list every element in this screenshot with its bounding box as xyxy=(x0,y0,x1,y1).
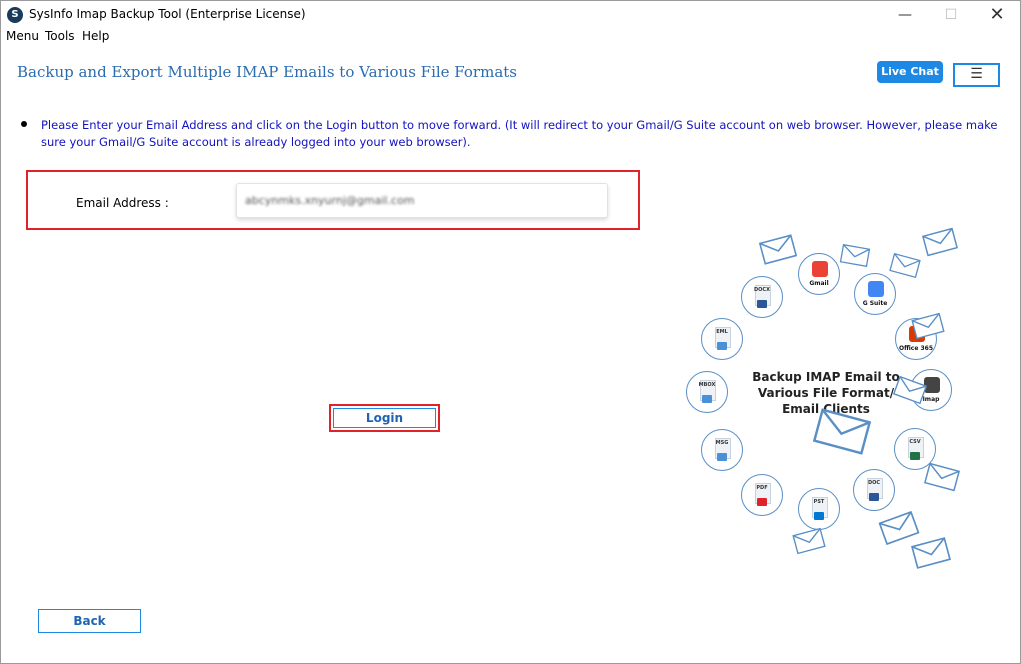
caption-line-1: Backup IMAP Email to xyxy=(752,370,900,384)
menu-tools[interactable]: Tools xyxy=(45,29,75,43)
format-pst-bubble: PST xyxy=(798,488,840,530)
email-label: Email Address : xyxy=(76,196,169,210)
format-g-suite-bubble: G Suite xyxy=(854,273,896,315)
format-msg-bubble: MSG xyxy=(701,429,743,471)
menu-menu[interactable]: Menu xyxy=(6,29,39,43)
email-input[interactable]: abcynmks.xnyurnj@gmail.com xyxy=(236,183,608,218)
gmail-icon xyxy=(812,261,828,277)
bullet-icon xyxy=(21,121,27,127)
format-label: CSV xyxy=(909,439,921,445)
app-logo-icon: S xyxy=(7,7,23,23)
format-label: PDF xyxy=(756,485,768,491)
format-gmail-bubble: Gmail xyxy=(798,253,840,295)
live-chat-button[interactable]: Live Chat xyxy=(877,61,943,83)
page-title: Backup and Export Multiple IMAP Emails t… xyxy=(17,63,517,81)
format-label: EML xyxy=(716,329,728,335)
instruction-text: Please Enter your Email Address and clic… xyxy=(41,118,998,149)
envelope-icon xyxy=(921,227,959,257)
close-button[interactable]: ✕ xyxy=(974,1,1020,29)
login-button[interactable]: Login xyxy=(333,408,436,428)
app-window: S SysInfo Imap Backup Tool (Enterprise L… xyxy=(0,0,1021,664)
format-label: Gmail xyxy=(809,280,829,287)
envelope-icon xyxy=(911,537,951,569)
envelope-icon xyxy=(878,510,920,546)
menu-bar: Menu Tools Help xyxy=(1,29,1020,45)
login-highlight: Login xyxy=(329,404,440,432)
mbox-icon xyxy=(702,395,712,403)
format-label: DOCX xyxy=(754,287,770,293)
format-mbox-bubble: MBOX xyxy=(686,371,728,413)
envelope-icon xyxy=(792,527,826,555)
back-button[interactable]: Back xyxy=(38,609,141,633)
envelope-icon xyxy=(758,234,798,265)
envelope-icon xyxy=(911,312,945,340)
email-value: abcynmks.xnyurnj@gmail.com xyxy=(245,194,415,207)
format-doc-bubble: DOC xyxy=(853,469,895,511)
formats-illustration: Backup IMAP Email to Various File Format… xyxy=(681,226,971,569)
format-eml-bubble: EML xyxy=(701,318,743,360)
minimize-button[interactable]: — xyxy=(882,1,928,29)
format-pdf-bubble: PDF xyxy=(741,474,783,516)
envelope-icon xyxy=(889,252,921,279)
menu-help[interactable]: Help xyxy=(82,29,109,43)
format-label: PST xyxy=(813,499,825,505)
word-icon xyxy=(757,300,767,308)
format-label: G Suite xyxy=(862,300,888,307)
caption-line-2: Various File Format/ xyxy=(757,386,895,400)
gsuite-icon xyxy=(868,281,884,297)
outlook-icon xyxy=(814,512,824,520)
hamburger-menu-button[interactable]: ☰ xyxy=(953,63,1000,87)
word-icon xyxy=(869,493,879,501)
envelope-icon xyxy=(839,243,871,268)
email-section: Email Address : abcynmks.xnyurnj@gmail.c… xyxy=(26,170,640,230)
mail-icon xyxy=(717,453,727,461)
format-label: MBOX xyxy=(698,382,716,388)
envelope-icon xyxy=(923,462,961,492)
mail-icon xyxy=(717,342,727,350)
maximize-button[interactable]: ☐ xyxy=(928,1,974,29)
window-title: SysInfo Imap Backup Tool (Enterprise Lic… xyxy=(29,7,306,21)
format-label: MSG xyxy=(715,440,729,446)
title-bar[interactable]: S SysInfo Imap Backup Tool (Enterprise L… xyxy=(1,1,1020,29)
format-label: Office 365 xyxy=(898,345,934,352)
format-label: DOC xyxy=(867,480,881,486)
pdf-icon xyxy=(757,498,767,506)
format-docx-bubble: DOCX xyxy=(741,276,783,318)
excel-icon xyxy=(910,452,920,460)
